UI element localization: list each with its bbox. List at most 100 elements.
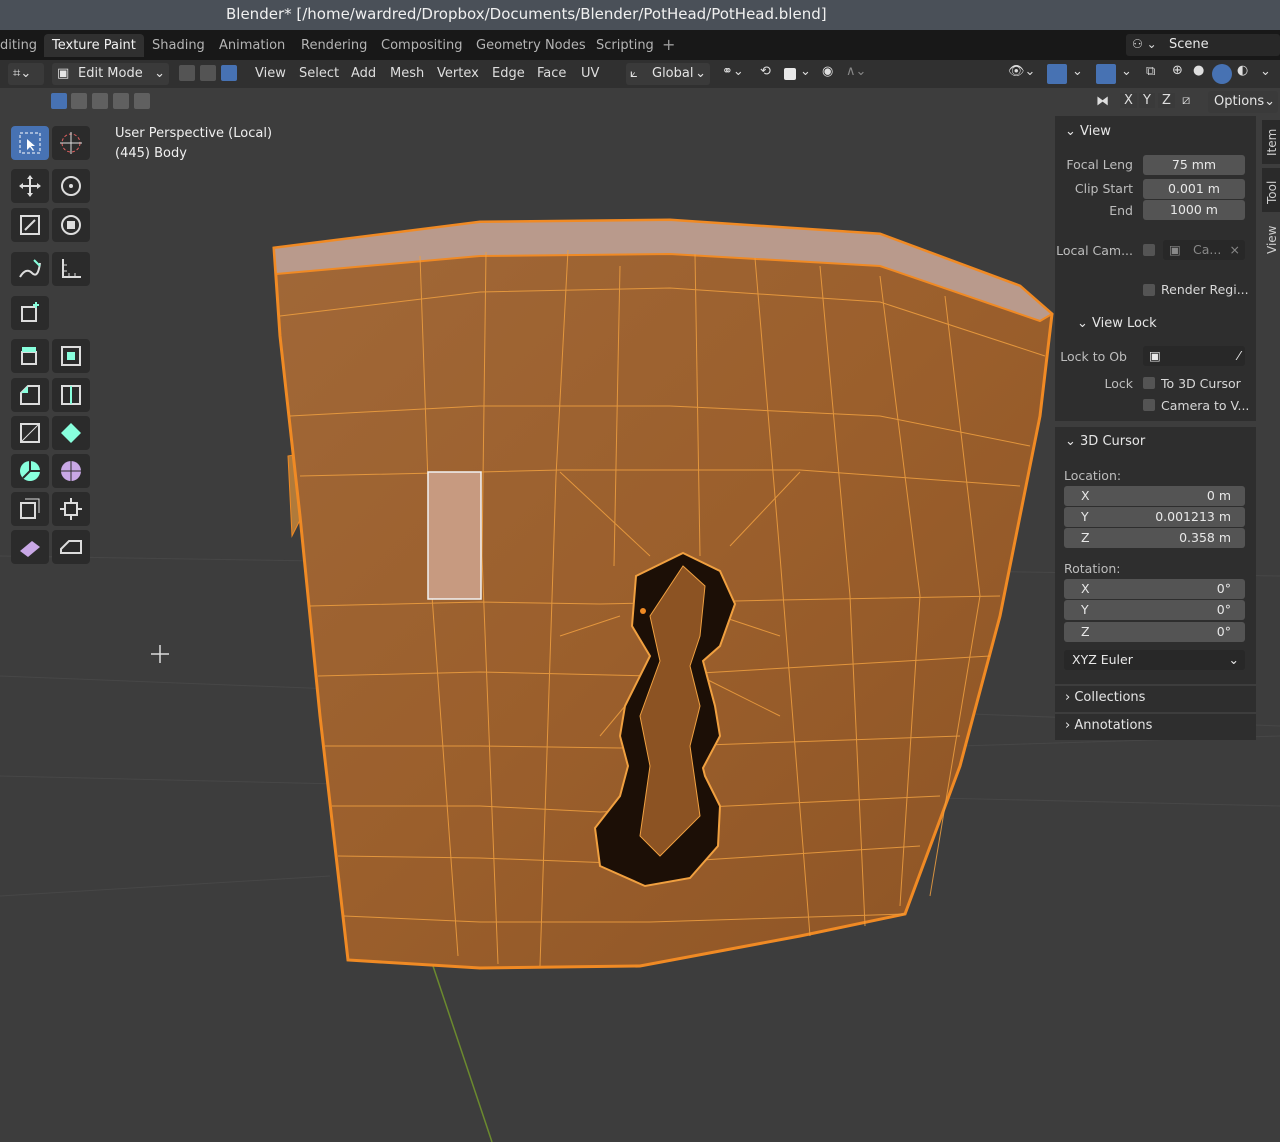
- collections-header[interactable]: › Collections: [1065, 690, 1145, 705]
- spin-tool[interactable]: [11, 454, 49, 488]
- extrude-tool[interactable]: [11, 339, 49, 373]
- cursor-tool[interactable]: [52, 126, 90, 160]
- location-y-field[interactable]: Y 0.001213 m: [1064, 507, 1245, 527]
- proportional-edit-icon[interactable]: ◉: [822, 64, 833, 79]
- menu-face[interactable]: Face: [537, 66, 566, 81]
- move-tool[interactable]: [11, 169, 49, 203]
- editor-type-button[interactable]: ⌗⌄: [8, 63, 44, 85]
- material-shading-icon[interactable]: [1212, 64, 1232, 84]
- tab-rendering[interactable]: Rendering: [301, 38, 367, 53]
- transform-tool[interactable]: [52, 208, 90, 242]
- scene-selector[interactable]: ⚇ ⌄ Scene: [1126, 34, 1280, 56]
- menu-add[interactable]: Add: [351, 66, 376, 81]
- location-x-field[interactable]: X 0 m: [1064, 486, 1245, 506]
- close-icon[interactable]: ×: [1230, 240, 1240, 260]
- pivot-point-icon[interactable]: ⚭⌄: [722, 64, 744, 79]
- rotation-z-field[interactable]: Z 0°: [1064, 622, 1245, 642]
- tab-compositing[interactable]: Compositing: [381, 38, 463, 53]
- solid-shading-icon[interactable]: ●: [1193, 63, 1204, 78]
- tab-editing[interactable]: diting: [0, 38, 37, 53]
- lock-to-object-field[interactable]: ▣ ⁄: [1143, 346, 1245, 366]
- clip-start-field[interactable]: 0.001 m: [1143, 179, 1245, 199]
- edge-slide-tool[interactable]: [11, 492, 49, 526]
- lock-3d-cursor-checkbox[interactable]: [1143, 377, 1155, 389]
- focal-length-field[interactable]: 75 mm: [1143, 155, 1245, 175]
- measure-tool[interactable]: [52, 252, 90, 286]
- annotations-header[interactable]: › Annotations: [1065, 718, 1152, 733]
- options-dropdown[interactable]: Options ⌄: [1208, 91, 1278, 113]
- menu-mesh[interactable]: Mesh: [390, 66, 424, 81]
- tab-shading[interactable]: Shading: [152, 38, 205, 53]
- select-extend-icon[interactable]: [71, 93, 87, 109]
- collections-section[interactable]: › Collections: [1055, 686, 1256, 712]
- local-camera-field[interactable]: ▣ Ca... ×: [1163, 240, 1245, 260]
- bevel-tool[interactable]: [11, 378, 49, 412]
- vertex-select-icon[interactable]: [179, 65, 195, 81]
- smooth-tool[interactable]: [52, 454, 90, 488]
- gizmo-toggle-icon[interactable]: [1047, 64, 1067, 84]
- overlays-toggle-icon[interactable]: [1096, 64, 1116, 84]
- falloff-icon[interactable]: ∧⌄: [846, 64, 866, 79]
- select-box-tool[interactable]: [11, 126, 49, 160]
- tab-texture-paint[interactable]: Texture Paint: [44, 34, 144, 57]
- select-new-icon[interactable]: [51, 93, 67, 109]
- mirror-x-toggle[interactable]: X: [1120, 93, 1137, 108]
- visibility-icon[interactable]: 👁⌄: [1008, 64, 1035, 79]
- face-select-icon[interactable]: [221, 65, 237, 81]
- location-z-field[interactable]: Z 0.358 m: [1064, 528, 1245, 548]
- shrink-fatten-tool[interactable]: [52, 492, 90, 526]
- menu-select[interactable]: Select: [299, 66, 339, 81]
- inset-tool[interactable]: [52, 339, 90, 373]
- chevron-down-icon[interactable]: ⌄: [1260, 64, 1271, 79]
- view-lock-header[interactable]: ⌄ View Lock: [1077, 316, 1157, 331]
- tab-animation[interactable]: Animation: [219, 38, 285, 53]
- eyedropper-icon[interactable]: ⁄: [1238, 346, 1240, 366]
- snap-icon[interactable]: ⟲: [760, 64, 771, 79]
- rendered-shading-icon[interactable]: ◐: [1237, 63, 1248, 78]
- menu-view[interactable]: View: [255, 66, 286, 81]
- select-intersect-icon[interactable]: [134, 93, 150, 109]
- xray-toggle-icon[interactable]: ⧉: [1146, 64, 1155, 79]
- scale-tool[interactable]: [11, 208, 49, 242]
- edge-select-icon[interactable]: [200, 65, 216, 81]
- menu-vertex[interactable]: Vertex: [437, 66, 479, 81]
- snap-target-icon[interactable]: [784, 68, 796, 80]
- annotate-tool[interactable]: [11, 252, 49, 286]
- tab-tool[interactable]: Tool: [1262, 168, 1280, 212]
- clip-end-field[interactable]: 1000 m: [1143, 200, 1245, 220]
- mirror-y-toggle[interactable]: Y: [1139, 93, 1155, 108]
- chevron-down-icon[interactable]: ⌄: [1072, 64, 1083, 79]
- add-workspace-button[interactable]: +: [662, 35, 675, 54]
- chevron-down-icon[interactable]: ⌄: [1121, 64, 1132, 79]
- render-region-checkbox[interactable]: [1143, 284, 1155, 296]
- tab-scripting[interactable]: Scripting: [596, 38, 654, 53]
- rotation-mode-dropdown[interactable]: XYZ Euler ⌄: [1064, 650, 1245, 670]
- transform-orientation-selector[interactable]: ⟀ Global ⌄: [626, 63, 710, 85]
- local-camera-checkbox[interactable]: [1143, 244, 1155, 256]
- annotations-section[interactable]: › Annotations: [1055, 714, 1256, 740]
- menu-uv[interactable]: UV: [581, 66, 599, 81]
- rotation-x-field[interactable]: X 0°: [1064, 579, 1245, 599]
- tab-item[interactable]: Item: [1262, 120, 1280, 164]
- menu-edge[interactable]: Edge: [492, 66, 525, 81]
- select-invert-icon[interactable]: [113, 93, 129, 109]
- view-section-header[interactable]: ⌄ View: [1065, 124, 1111, 139]
- tab-geometry-nodes[interactable]: Geometry Nodes: [476, 38, 586, 53]
- rotate-tool[interactable]: [52, 169, 90, 203]
- tab-view[interactable]: View: [1262, 216, 1280, 260]
- loop-cut-tool[interactable]: [52, 378, 90, 412]
- rotation-y-field[interactable]: Y 0°: [1064, 600, 1245, 620]
- shear-tool[interactable]: [11, 530, 49, 564]
- 3d-cursor-header[interactable]: ⌄ 3D Cursor: [1065, 434, 1145, 449]
- add-cube-tool[interactable]: [11, 296, 49, 330]
- knife-tool[interactable]: [11, 416, 49, 450]
- camera-to-view-checkbox[interactable]: [1143, 399, 1155, 411]
- poly-build-tool[interactable]: [52, 416, 90, 450]
- chevron-down-icon[interactable]: ⌄: [800, 64, 811, 79]
- wireframe-shading-icon[interactable]: ⊕: [1172, 63, 1183, 78]
- select-subtract-icon[interactable]: [92, 93, 108, 109]
- auto-merge-icon[interactable]: ⧄: [1182, 93, 1190, 108]
- rip-region-tool[interactable]: [52, 530, 90, 564]
- mode-selector[interactable]: ▣ Edit Mode ⌄: [52, 63, 169, 85]
- mirror-z-toggle[interactable]: Z: [1158, 93, 1175, 108]
